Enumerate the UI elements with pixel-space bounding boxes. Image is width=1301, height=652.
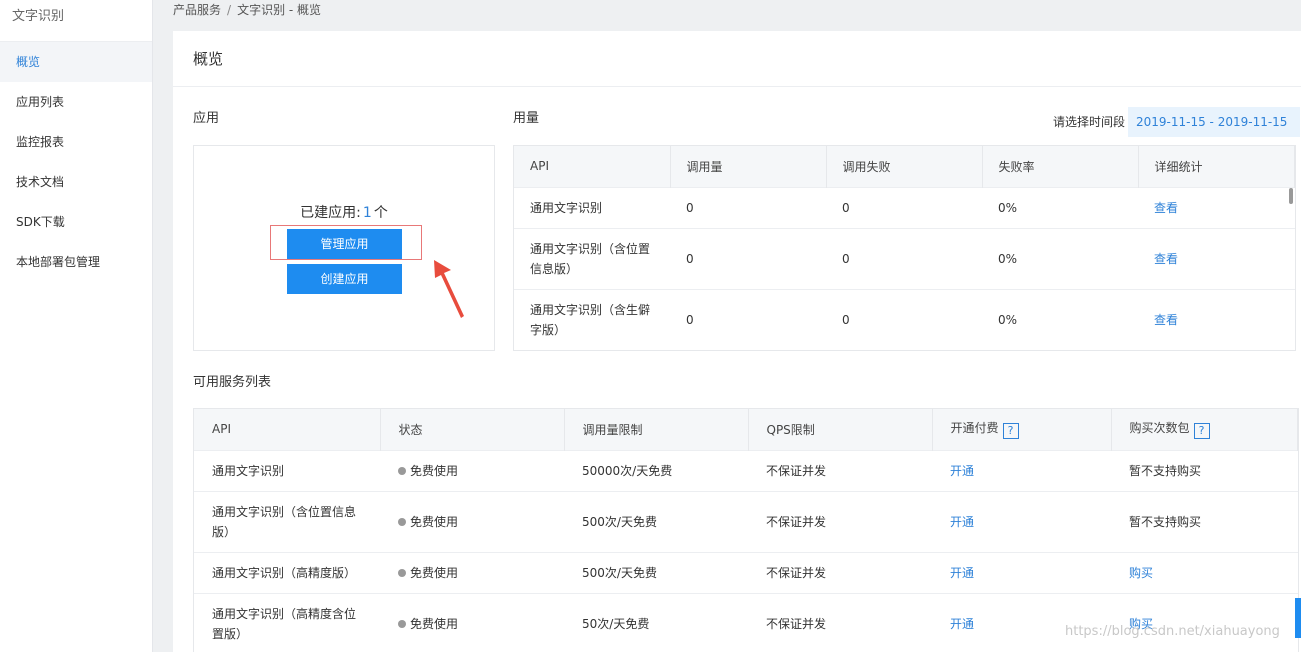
table-row: 通用文字识别（高精度含位置版） 免费使用 50次/天免费 不保证并发 开通 购买 (194, 592, 1298, 652)
usage-rate-cell: 0% (982, 227, 1138, 289)
table-row: 通用文字识别 免费使用 50000次/天免费 不保证并发 开通 暂不支持购买 (194, 449, 1298, 491)
apps-section-title: 应用 (193, 111, 220, 126)
status-dot-icon (398, 517, 406, 526)
column-header-pack-label: 购买次数包 (1129, 421, 1190, 436)
status-dot-icon (398, 568, 406, 577)
red-arrow-icon (434, 260, 464, 318)
service-pack-cell: 暂不支持购买 (1111, 449, 1298, 491)
usage-api-cell: 通用文字识别（含位置信息版） (514, 227, 670, 289)
highlight-box (270, 225, 422, 260)
breadcrumb-current: 文字识别 - 概览 (237, 3, 322, 17)
table-row: 通用文字识别（含位置信息版） 0 0 0% 查看 (514, 227, 1295, 289)
service-limit-cell: 500次/天免费 (564, 551, 748, 593)
service-pack-cell: 暂不支持购买 (1111, 490, 1298, 552)
services-table-header: API 状态 调用量限制 QPS限制 开通付费? 购买次数包? (194, 409, 1298, 450)
sidebar-title: 文字识别 (0, 0, 152, 42)
view-detail-link[interactable]: 查看 (1154, 201, 1178, 215)
usage-section-title: 用量 (513, 111, 540, 126)
column-header-pack: 购买次数包? (1111, 409, 1298, 450)
service-api-cell: 通用文字识别（含位置信息版） (194, 490, 380, 552)
sidebar-item-sdk-download[interactable]: SDK下载 (0, 202, 152, 242)
service-api-cell: 通用文字识别 (194, 449, 380, 491)
date-range-label: 请选择时间段 (1053, 115, 1126, 129)
usage-rate-cell: 0% (982, 288, 1138, 350)
usage-calls-cell: 0 (670, 288, 826, 350)
watermark: https://blog.csdn.net/xiahuayong (1065, 624, 1280, 639)
help-icon[interactable]: ? (1193, 423, 1210, 440)
usage-table: API 调用量 调用失败 失败率 详细统计 通用文字识别 0 0 0% 查看 通… (513, 145, 1296, 351)
service-status: 免费使用 (410, 616, 459, 631)
usage-api-cell: 通用文字识别（含生僻字版） (514, 288, 670, 350)
services-table: API 状态 调用量限制 QPS限制 开通付费? 购买次数包? 通用文字识别 免… (193, 408, 1299, 652)
column-header: QPS限制 (748, 409, 933, 450)
service-limit-cell: 500次/天免费 (564, 490, 748, 552)
breadcrumb-separator: / (227, 3, 232, 17)
service-status: 免费使用 (410, 463, 459, 478)
sidebar: 文字识别 概览 应用列表 监控报表 技术文档 SDK下载 本地部署包管理 (0, 0, 153, 652)
scrollbar-thumb[interactable] (1289, 188, 1293, 204)
usage-failures-cell: 0 (826, 227, 982, 289)
usage-rate-cell: 0% (982, 186, 1138, 228)
service-api-cell: 通用文字识别（高精度含位置版） (194, 592, 380, 652)
sidebar-item-local-deploy[interactable]: 本地部署包管理 (0, 242, 152, 282)
services-section-title: 可用服务列表 (193, 375, 272, 390)
table-row: 通用文字识别 0 0 0% 查看 (514, 186, 1295, 228)
usage-table-header: API 调用量 调用失败 失败率 详细统计 (514, 146, 1295, 187)
breadcrumb: 产品服务 / 文字识别 - 概览 (173, 0, 321, 22)
sidebar-item-app-list[interactable]: 应用列表 (0, 82, 152, 122)
service-limit-cell: 50000次/天免费 (564, 449, 748, 491)
service-api-cell: 通用文字识别（高精度版） (194, 551, 380, 593)
column-header-pay-label: 开通付费 (950, 421, 999, 436)
enable-payment-link[interactable]: 开通 (950, 566, 974, 580)
service-status: 免费使用 (410, 514, 459, 529)
enable-payment-link[interactable]: 开通 (950, 464, 974, 478)
table-row: 通用文字识别（高精度版） 免费使用 500次/天免费 不保证并发 开通 购买 (194, 551, 1298, 593)
column-header-pay: 开通付费? (932, 409, 1112, 450)
sidebar-item-tech-docs[interactable]: 技术文档 (0, 162, 152, 202)
enable-payment-link[interactable]: 开通 (950, 617, 974, 631)
date-range-picker[interactable]: 2019-11-15 - 2019-11-15 (1128, 107, 1300, 157)
column-header: API (514, 146, 671, 187)
column-header: 调用量限制 (564, 409, 749, 450)
usage-failures-cell: 0 (826, 288, 982, 350)
sidebar-item-overview[interactable]: 概览 (0, 42, 152, 82)
column-header: 失败率 (982, 146, 1139, 187)
date-range-value: 2019-11-15 - 2019-11-15 (1136, 115, 1288, 129)
page-title: 概览 (173, 31, 1301, 87)
service-qps-cell: 不保证并发 (748, 592, 932, 652)
app-count-suffix: 个 (373, 205, 388, 221)
service-qps-cell: 不保证并发 (748, 490, 932, 552)
side-feedback-tab[interactable] (1295, 598, 1301, 638)
usage-calls-cell: 0 (670, 227, 826, 289)
create-app-button[interactable]: 创建应用 (287, 264, 402, 294)
service-qps-cell: 不保证并发 (748, 551, 932, 593)
app-count-text: 已建应用: 1 个 (194, 202, 494, 222)
usage-api-cell: 通用文字识别 (514, 186, 670, 228)
service-limit-cell: 50次/天免费 (564, 592, 748, 652)
column-header: API (194, 409, 381, 450)
view-detail-link[interactable]: 查看 (1154, 313, 1178, 327)
column-header: 详细统计 (1138, 146, 1295, 187)
status-dot-icon (398, 466, 406, 475)
main-panel: 概览 应用 用量 请选择时间段 2019-11-15 - 2019-11-15 … (173, 31, 1301, 652)
usage-failures-cell: 0 (826, 186, 982, 228)
help-icon[interactable]: ? (1002, 423, 1019, 440)
service-qps-cell: 不保证并发 (748, 449, 932, 491)
table-row: 通用文字识别（含生僻字版） 0 0 0% 查看 (514, 288, 1295, 350)
column-header: 状态 (380, 409, 565, 450)
column-header: 调用失败 (826, 146, 983, 187)
buy-pack-link[interactable]: 购买 (1129, 566, 1153, 580)
breadcrumb-parent[interactable]: 产品服务 (173, 3, 221, 17)
usage-calls-cell: 0 (670, 186, 826, 228)
enable-payment-link[interactable]: 开通 (950, 515, 974, 529)
app-count-number: 1 (362, 205, 372, 221)
view-detail-link[interactable]: 查看 (1154, 252, 1178, 266)
column-header: 调用量 (670, 146, 827, 187)
apps-card: 已建应用: 1 个 管理应用 创建应用 (193, 145, 495, 351)
app-count-prefix: 已建应用: (300, 205, 361, 221)
table-row: 通用文字识别（含位置信息版） 免费使用 500次/天免费 不保证并发 开通 暂不… (194, 490, 1298, 552)
service-status: 免费使用 (410, 565, 459, 580)
status-dot-icon (398, 619, 406, 628)
sidebar-item-monitor-report[interactable]: 监控报表 (0, 122, 152, 162)
